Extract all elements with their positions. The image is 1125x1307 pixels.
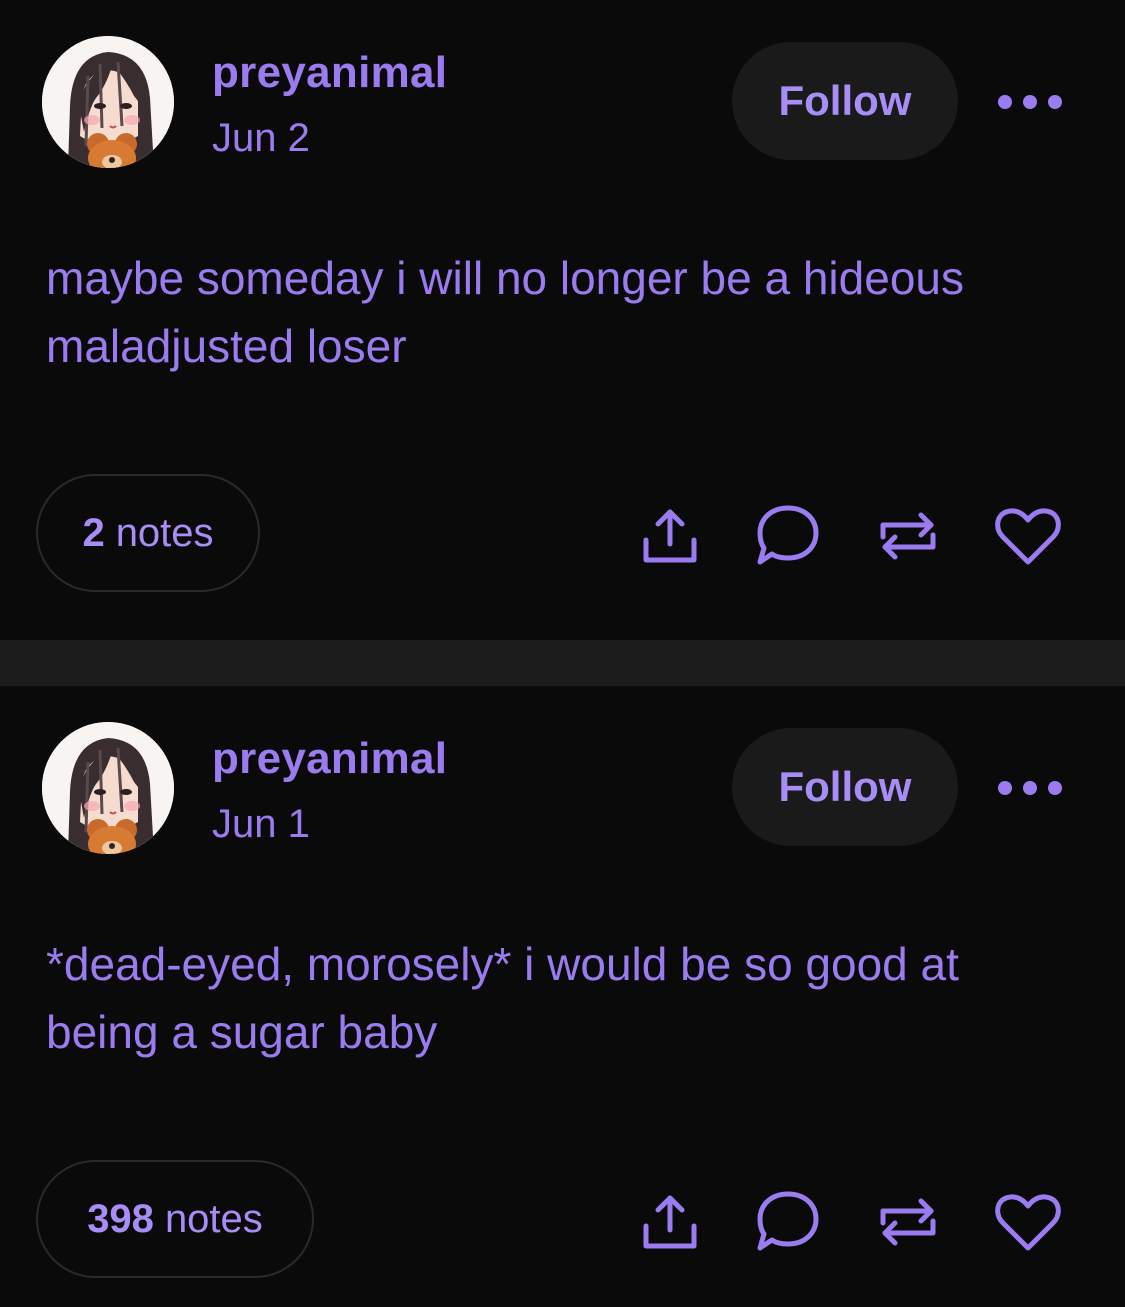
- more-options-icon[interactable]: [998, 82, 1062, 122]
- post: preyanimal Jun 1 Follow *dead-eyed, moro…: [0, 686, 1125, 1307]
- post: preyanimal Jun 2 Follow maybe someday i …: [0, 0, 1125, 640]
- more-options-icon[interactable]: [998, 768, 1062, 808]
- like-icon[interactable]: [988, 496, 1068, 576]
- post-date[interactable]: Jun 2: [212, 116, 310, 161]
- post-header: preyanimal Jun 1 Follow: [42, 722, 1125, 854]
- dot: [1048, 95, 1062, 109]
- share-icon[interactable]: [630, 1182, 710, 1262]
- notes-label: notes: [164, 1196, 263, 1241]
- post-header: preyanimal Jun 2 Follow: [42, 36, 1125, 168]
- avatar[interactable]: [42, 722, 174, 854]
- notes-count: 398: [87, 1196, 154, 1241]
- comment-icon[interactable]: [748, 1182, 828, 1262]
- avatar[interactable]: [42, 36, 174, 168]
- follow-button[interactable]: Follow: [732, 42, 958, 160]
- avatar-image: [42, 36, 174, 168]
- dot: [998, 95, 1012, 109]
- post-actions: [630, 1182, 1070, 1262]
- dot: [1023, 781, 1037, 795]
- dot: [1048, 781, 1062, 795]
- post-body: maybe someday i will no longer be a hide…: [46, 252, 964, 372]
- follow-button[interactable]: Follow: [732, 728, 958, 846]
- reblog-icon[interactable]: [868, 1182, 948, 1262]
- like-icon[interactable]: [988, 1182, 1068, 1262]
- avatar-image: [42, 722, 174, 854]
- share-icon[interactable]: [630, 496, 710, 576]
- notes-label: notes: [115, 510, 214, 555]
- dot: [998, 781, 1012, 795]
- reblog-icon[interactable]: [868, 496, 948, 576]
- comment-icon[interactable]: [748, 496, 828, 576]
- post-date[interactable]: Jun 1: [212, 802, 310, 847]
- post-actions: [630, 496, 1070, 576]
- username[interactable]: preyanimal: [212, 48, 447, 98]
- notes-button[interactable]: 2 notes: [36, 474, 260, 592]
- post-divider: [0, 640, 1125, 686]
- notes-button[interactable]: 398 notes: [36, 1160, 314, 1278]
- notes-count: 2: [82, 510, 105, 555]
- dot: [1023, 95, 1037, 109]
- post-body: *dead-eyed, morosely* i would be so good…: [46, 938, 959, 1058]
- username[interactable]: preyanimal: [212, 734, 447, 784]
